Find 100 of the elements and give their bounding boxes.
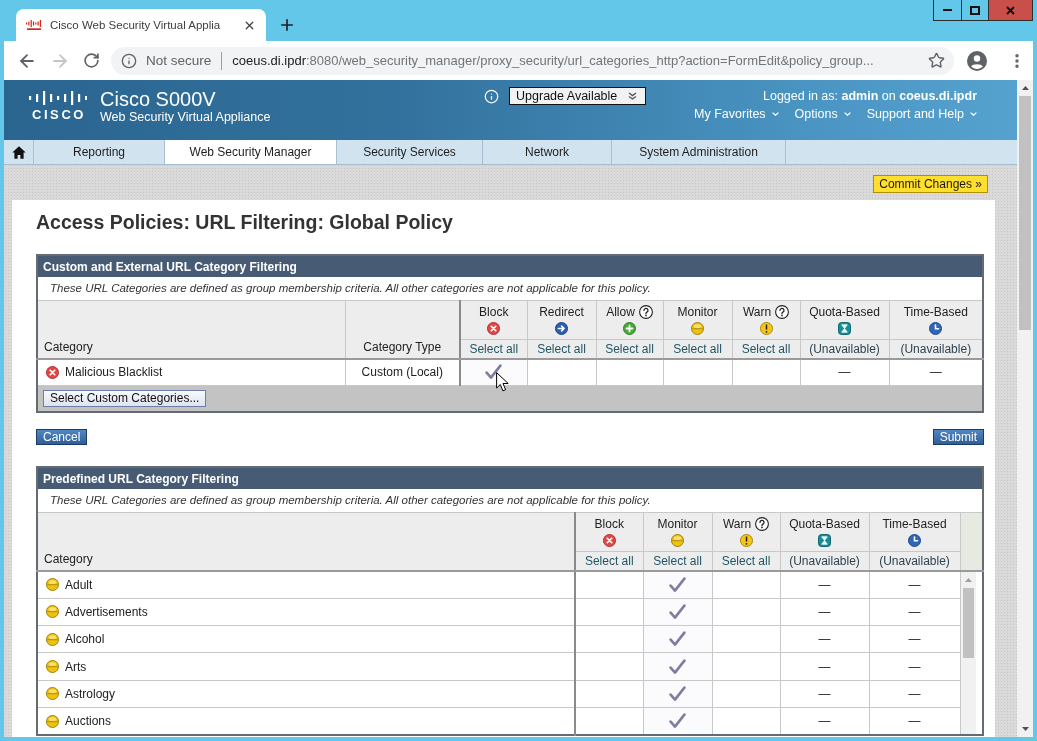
nav-tab[interactable]: Network — [483, 140, 612, 164]
action-cell[interactable] — [575, 680, 643, 708]
nav-tab[interactable]: Security Services — [337, 140, 483, 164]
nav-tab[interactable]: System Administration — [612, 140, 786, 164]
column-label: Block — [479, 305, 509, 319]
table-cell: — — [780, 598, 869, 626]
select-all-link[interactable]: Select all — [584, 553, 634, 568]
help-icon[interactable] — [638, 305, 653, 319]
table-cell: — — [780, 571, 869, 599]
action-cell[interactable] — [575, 571, 643, 599]
cursor-icon — [496, 372, 509, 392]
info-icon[interactable] — [121, 52, 137, 69]
nav-tab[interactable]: Web Security Manager — [165, 140, 337, 164]
category-name: Arts — [65, 659, 87, 674]
column-label: Time-Based — [882, 517, 947, 531]
action-cell[interactable] — [732, 359, 800, 385]
unavailable-label: (Unavailable) — [900, 341, 972, 356]
action-cell[interactable] — [575, 707, 643, 735]
help-icon[interactable] — [775, 305, 790, 319]
column-label: Monitor — [677, 305, 718, 319]
action-cell[interactable] — [712, 653, 780, 681]
table-cell: — — [869, 625, 960, 653]
logo-bars-icon — [29, 91, 87, 105]
reload-icon[interactable] — [83, 52, 100, 69]
login-status: Logged in as: admin on coeus.di.ipdr — [763, 88, 977, 104]
home-icon — [11, 145, 26, 159]
browser-tab[interactable]: Cisco Web Security Virtual Applia — [16, 9, 266, 41]
select-all-link[interactable]: Select all — [537, 341, 586, 356]
scroll-up-icon[interactable] — [1021, 86, 1029, 90]
select-all-link[interactable]: Select all — [469, 341, 519, 356]
menu-link[interactable]: My Favorites — [694, 107, 779, 121]
action-cell[interactable] — [712, 707, 780, 735]
checkmark-icon — [669, 658, 686, 675]
url-text: coeus.di.ipdr:8080/web_security_manager/proxy_security/url_categories_http?action=FormEdit&policy_group... — [232, 53, 874, 68]
action-cell[interactable] — [643, 680, 712, 708]
action-cell[interactable] — [712, 571, 780, 599]
scroll-down-icon[interactable] — [1021, 727, 1029, 731]
checkmark-icon — [669, 576, 686, 593]
commit-changes-button[interactable]: Commit Changes » — [873, 175, 988, 193]
category-name: Malicious Blacklist — [65, 365, 163, 380]
select-all-link[interactable]: Select all — [721, 553, 771, 568]
action-cell[interactable] — [712, 598, 780, 626]
submit-button[interactable]: Submit — [932, 429, 984, 445]
unavailable-label: (Unavailable) — [789, 553, 860, 568]
column-label: Monitor — [657, 517, 698, 531]
page-title: Access Policies: URL Filtering: Global Policy — [36, 210, 453, 234]
plus-icon[interactable] — [278, 16, 296, 34]
account-icon[interactable] — [967, 50, 987, 71]
column-label: Time-Based — [903, 305, 968, 319]
star-icon[interactable] — [928, 52, 945, 69]
select-all-link[interactable]: Select all — [673, 341, 722, 356]
action-cell[interactable] — [643, 653, 712, 681]
address-bar[interactable]: Not secure coeus.di.ipdr:8080/web_security_manager/proxy_security/url_categories_http?action=FormEdit&policy_group... — [111, 46, 954, 75]
category-name: Auctions — [65, 714, 112, 729]
action-cell[interactable] — [575, 598, 643, 626]
checkmark-icon — [485, 364, 503, 381]
select-categories-button[interactable]: Select Custom Categories... — [43, 389, 207, 407]
caret-icon — [970, 112, 977, 116]
action-cell[interactable] — [643, 571, 712, 599]
scrollbar-thumb[interactable] — [1019, 96, 1031, 330]
logo-text: CISCO — [30, 108, 87, 122]
scrollbar-track[interactable] — [1017, 80, 1033, 737]
close-icon — [1006, 5, 1015, 15]
product-name: Cisco S000V — [100, 88, 217, 110]
table-cell: — — [889, 359, 984, 385]
column-header: Category Type — [345, 300, 460, 359]
column-label: Block — [594, 517, 624, 531]
action-cell[interactable] — [712, 680, 780, 708]
upgrade-dropdown[interactable]: Upgrade Available — [509, 87, 647, 105]
double-chevron-icon — [628, 92, 638, 100]
caret-icon — [843, 112, 851, 116]
category-name: Astrology — [65, 686, 116, 701]
table-cell: — — [780, 653, 869, 681]
action-cell[interactable] — [712, 625, 780, 653]
help-icon[interactable] — [755, 517, 770, 531]
checkmark-icon — [669, 604, 686, 620]
select-all-link[interactable]: Select all — [653, 553, 702, 568]
unavailable-label: (Unavailable) — [809, 341, 880, 356]
action-cell[interactable] — [663, 359, 732, 385]
table-cell: — — [869, 571, 960, 599]
cancel-button[interactable]: Cancel — [36, 429, 88, 445]
column-label: Warn — [722, 517, 752, 531]
table-cell: — — [869, 598, 960, 626]
table-cell: — — [869, 680, 960, 708]
scrollbar-thumb[interactable] — [962, 588, 974, 658]
column-label: Quota-Based — [789, 517, 860, 531]
column-label: Quota-Based — [809, 305, 880, 319]
checkmark-icon — [669, 631, 686, 648]
action-cell[interactable] — [575, 653, 643, 681]
close-button[interactable] — [988, 0, 1032, 20]
action-cell[interactable] — [643, 707, 712, 735]
select-all-link[interactable]: Select all — [741, 341, 791, 356]
column-header: Category — [37, 512, 575, 571]
minimize-icon — [943, 9, 952, 11]
action-cell[interactable] — [575, 625, 643, 653]
action-cell[interactable] — [643, 598, 712, 626]
action-cell[interactable] — [527, 359, 596, 385]
select-all-link[interactable]: Select all — [605, 341, 654, 356]
action-cell[interactable] — [643, 625, 712, 653]
table-title: Predefined URL Category Filtering — [37, 467, 983, 489]
